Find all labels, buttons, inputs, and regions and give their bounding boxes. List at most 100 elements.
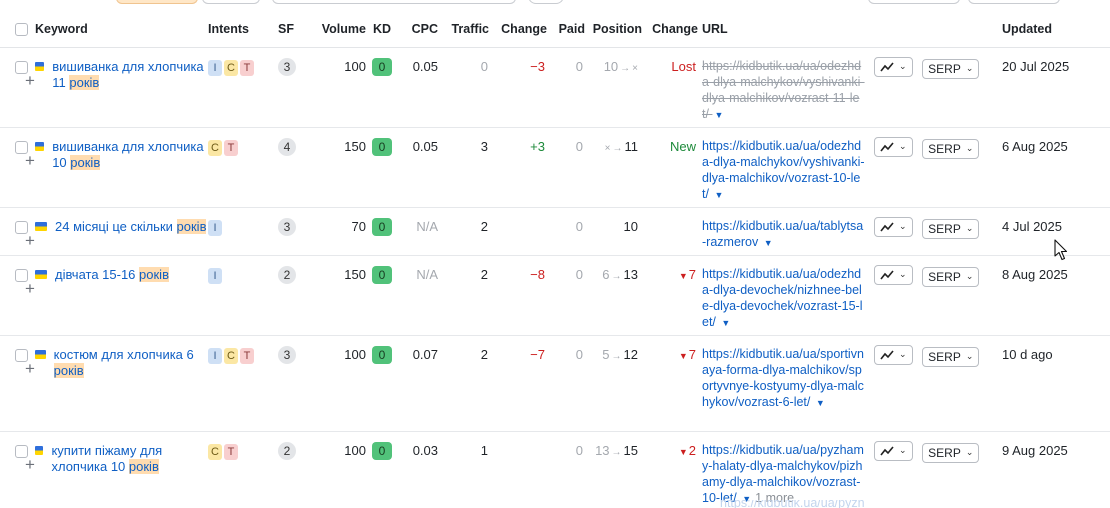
add-to-list-icon[interactable]: +	[25, 72, 35, 89]
url-link[interactable]: https://kidbutik.ua/ua/odezhda-dlya-malc…	[702, 138, 866, 204]
col-change[interactable]: Change	[489, 12, 547, 48]
traffic-value: 2	[438, 335, 489, 432]
add-to-list-icon[interactable]: +	[25, 280, 35, 297]
keyword-link[interactable]: 24 місяці це скільки років	[55, 218, 207, 235]
intents-cell: I	[208, 207, 278, 256]
col-sf[interactable]: SF	[278, 12, 306, 48]
serp-features-count[interactable]: 4	[278, 137, 296, 156]
paid-value: 0	[547, 335, 585, 432]
intent-badge: I	[208, 59, 222, 76]
position-history-button[interactable]: ⌄	[874, 264, 913, 285]
col-volume[interactable]: Volume	[306, 12, 366, 48]
cpc-value: N/A	[398, 255, 438, 336]
trend-chart-icon	[880, 269, 894, 279]
caret-down-icon[interactable]: ▼	[714, 187, 723, 203]
serp-button[interactable]: SERP ⌄	[922, 58, 980, 79]
ukraine-flag-icon	[35, 221, 47, 231]
position-history-button[interactable]: ⌄	[874, 216, 913, 237]
serp-features-count[interactable]: 2	[278, 441, 296, 460]
keyword-link[interactable]: вишиванка для хлопчика 11 років	[52, 59, 208, 91]
position-from: 13	[595, 442, 610, 458]
position-to: ×	[632, 62, 638, 74]
position-history-button[interactable]: ⌄	[874, 440, 913, 461]
keyword-link[interactable]: костюм для хлопчика 6 років	[53, 347, 208, 379]
keyword-cell: дівчата 15-16 років	[35, 266, 208, 283]
position-change-cell: ▼7	[642, 335, 698, 432]
keyword-cell: купити піжаму для хлопчика 10 років	[35, 443, 208, 475]
traffic-value: 1	[438, 431, 489, 508]
url-link[interactable]: https://kidbutik.ua/ua/odezhda-dlya-devo…	[702, 266, 866, 332]
position-history-button[interactable]: ⌄	[874, 136, 913, 157]
position-cell: 10 → ×	[585, 47, 642, 128]
traffic-change-value: −3	[489, 47, 547, 128]
caret-down-icon[interactable]: ▼	[721, 315, 730, 331]
chevron-down-icon: ⌄	[899, 349, 907, 359]
add-to-list-icon[interactable]: +	[25, 456, 35, 473]
position-cell: 13 → 15	[585, 431, 642, 508]
col-paid[interactable]: Paid	[547, 12, 585, 48]
col-keyword[interactable]: Keyword	[35, 12, 208, 48]
col-url[interactable]: URL	[698, 12, 874, 48]
intents-cell: I	[208, 255, 278, 336]
ukraine-flag-icon	[35, 445, 44, 455]
caret-down-icon[interactable]: ▼	[816, 395, 825, 411]
paid-value: 0	[547, 431, 585, 508]
table-row: + костюм для хлопчика 6 років ICT 3 100 …	[0, 335, 1110, 432]
traffic-change-value: −8	[489, 255, 547, 336]
serp-button[interactable]: SERP ⌄	[922, 442, 980, 463]
serp-button[interactable]: SERP ⌄	[922, 218, 980, 239]
serp-features-count[interactable]: 3	[278, 217, 296, 236]
keyword-highlight: років	[53, 362, 84, 378]
col-intents[interactable]: Intents	[208, 12, 278, 48]
position-change-value: 7	[688, 266, 696, 282]
keyword-highlight: років	[70, 154, 101, 170]
col-updated[interactable]: Updated	[998, 12, 1110, 48]
select-all-checkbox[interactable]	[15, 23, 28, 37]
intent-badge: C	[224, 347, 238, 364]
url-link[interactable]: https://kidbutik.ua/ua/pyzhamy-halaty-dl…	[702, 442, 866, 508]
arrow-right-icon: →	[612, 142, 623, 154]
chevron-down-icon: ⌄	[965, 143, 974, 153]
position-history-button[interactable]: ⌄	[874, 56, 913, 77]
position-history-button[interactable]: ⌄	[874, 344, 913, 365]
volume-value: 100	[306, 47, 366, 128]
trend-chart-icon	[880, 141, 894, 151]
paid-value: 0	[547, 207, 585, 256]
table-row: + дівчата 15-16 років I 2 150 0 N/A 2 −8…	[0, 255, 1110, 336]
col-kd[interactable]: KD	[366, 12, 398, 48]
serp-button[interactable]: SERP ⌄	[922, 346, 980, 367]
add-to-list-icon[interactable]: +	[25, 360, 35, 377]
serp-features-count[interactable]: 3	[278, 345, 296, 364]
add-to-list-icon[interactable]: +	[25, 152, 35, 169]
col-traffic[interactable]: Traffic	[438, 12, 489, 48]
position-from: 5	[602, 346, 610, 362]
caret-down-icon[interactable]: ▼	[714, 107, 723, 123]
col-cpc[interactable]: CPC	[398, 12, 438, 48]
add-to-list-icon[interactable]: +	[25, 232, 35, 249]
intent-badge: C	[208, 443, 222, 460]
serp-features-count[interactable]: 3	[278, 57, 296, 76]
col-position-change[interactable]: Change	[642, 12, 698, 48]
url-link[interactable]: https://kidbutik.ua/ua/sportivnaya-forma…	[702, 346, 866, 412]
intent-badge: I	[208, 219, 222, 236]
paid-value: 0	[547, 127, 585, 208]
keyword-link[interactable]: дівчата 15-16 років	[55, 266, 169, 283]
trend-chart-icon	[880, 221, 894, 231]
table-header: Keyword Intents SF Volume KD CPC Traffic…	[0, 12, 1110, 48]
serp-button[interactable]: SERP ⌄	[922, 266, 980, 287]
trend-chart-icon	[880, 61, 894, 71]
serp-features-count[interactable]: 2	[278, 265, 296, 284]
keyword-cell: вишиванка для хлопчика 11 років	[35, 59, 208, 91]
url-link[interactable]: https://kidbutik.ua/ua/tablytsa-razmerov…	[702, 218, 866, 251]
keyword-link[interactable]: купити піжаму для хлопчика 10 років	[51, 443, 208, 475]
caret-down-icon[interactable]: ▼	[764, 235, 773, 251]
trend-chart-icon	[880, 349, 894, 359]
intents-cell: CT	[208, 127, 278, 208]
keyword-link[interactable]: вишиванка для хлопчика 10 років	[52, 139, 208, 171]
serp-button[interactable]: SERP ⌄	[922, 138, 980, 159]
chevron-down-icon: ⌄	[899, 221, 907, 231]
url-link[interactable]: https://kidbutik.ua/ua/odezhda-dlya-malc…	[702, 58, 866, 124]
traffic-value: 2	[438, 207, 489, 256]
intents-cell: ICT	[208, 335, 278, 432]
col-position[interactable]: Position	[585, 12, 642, 48]
